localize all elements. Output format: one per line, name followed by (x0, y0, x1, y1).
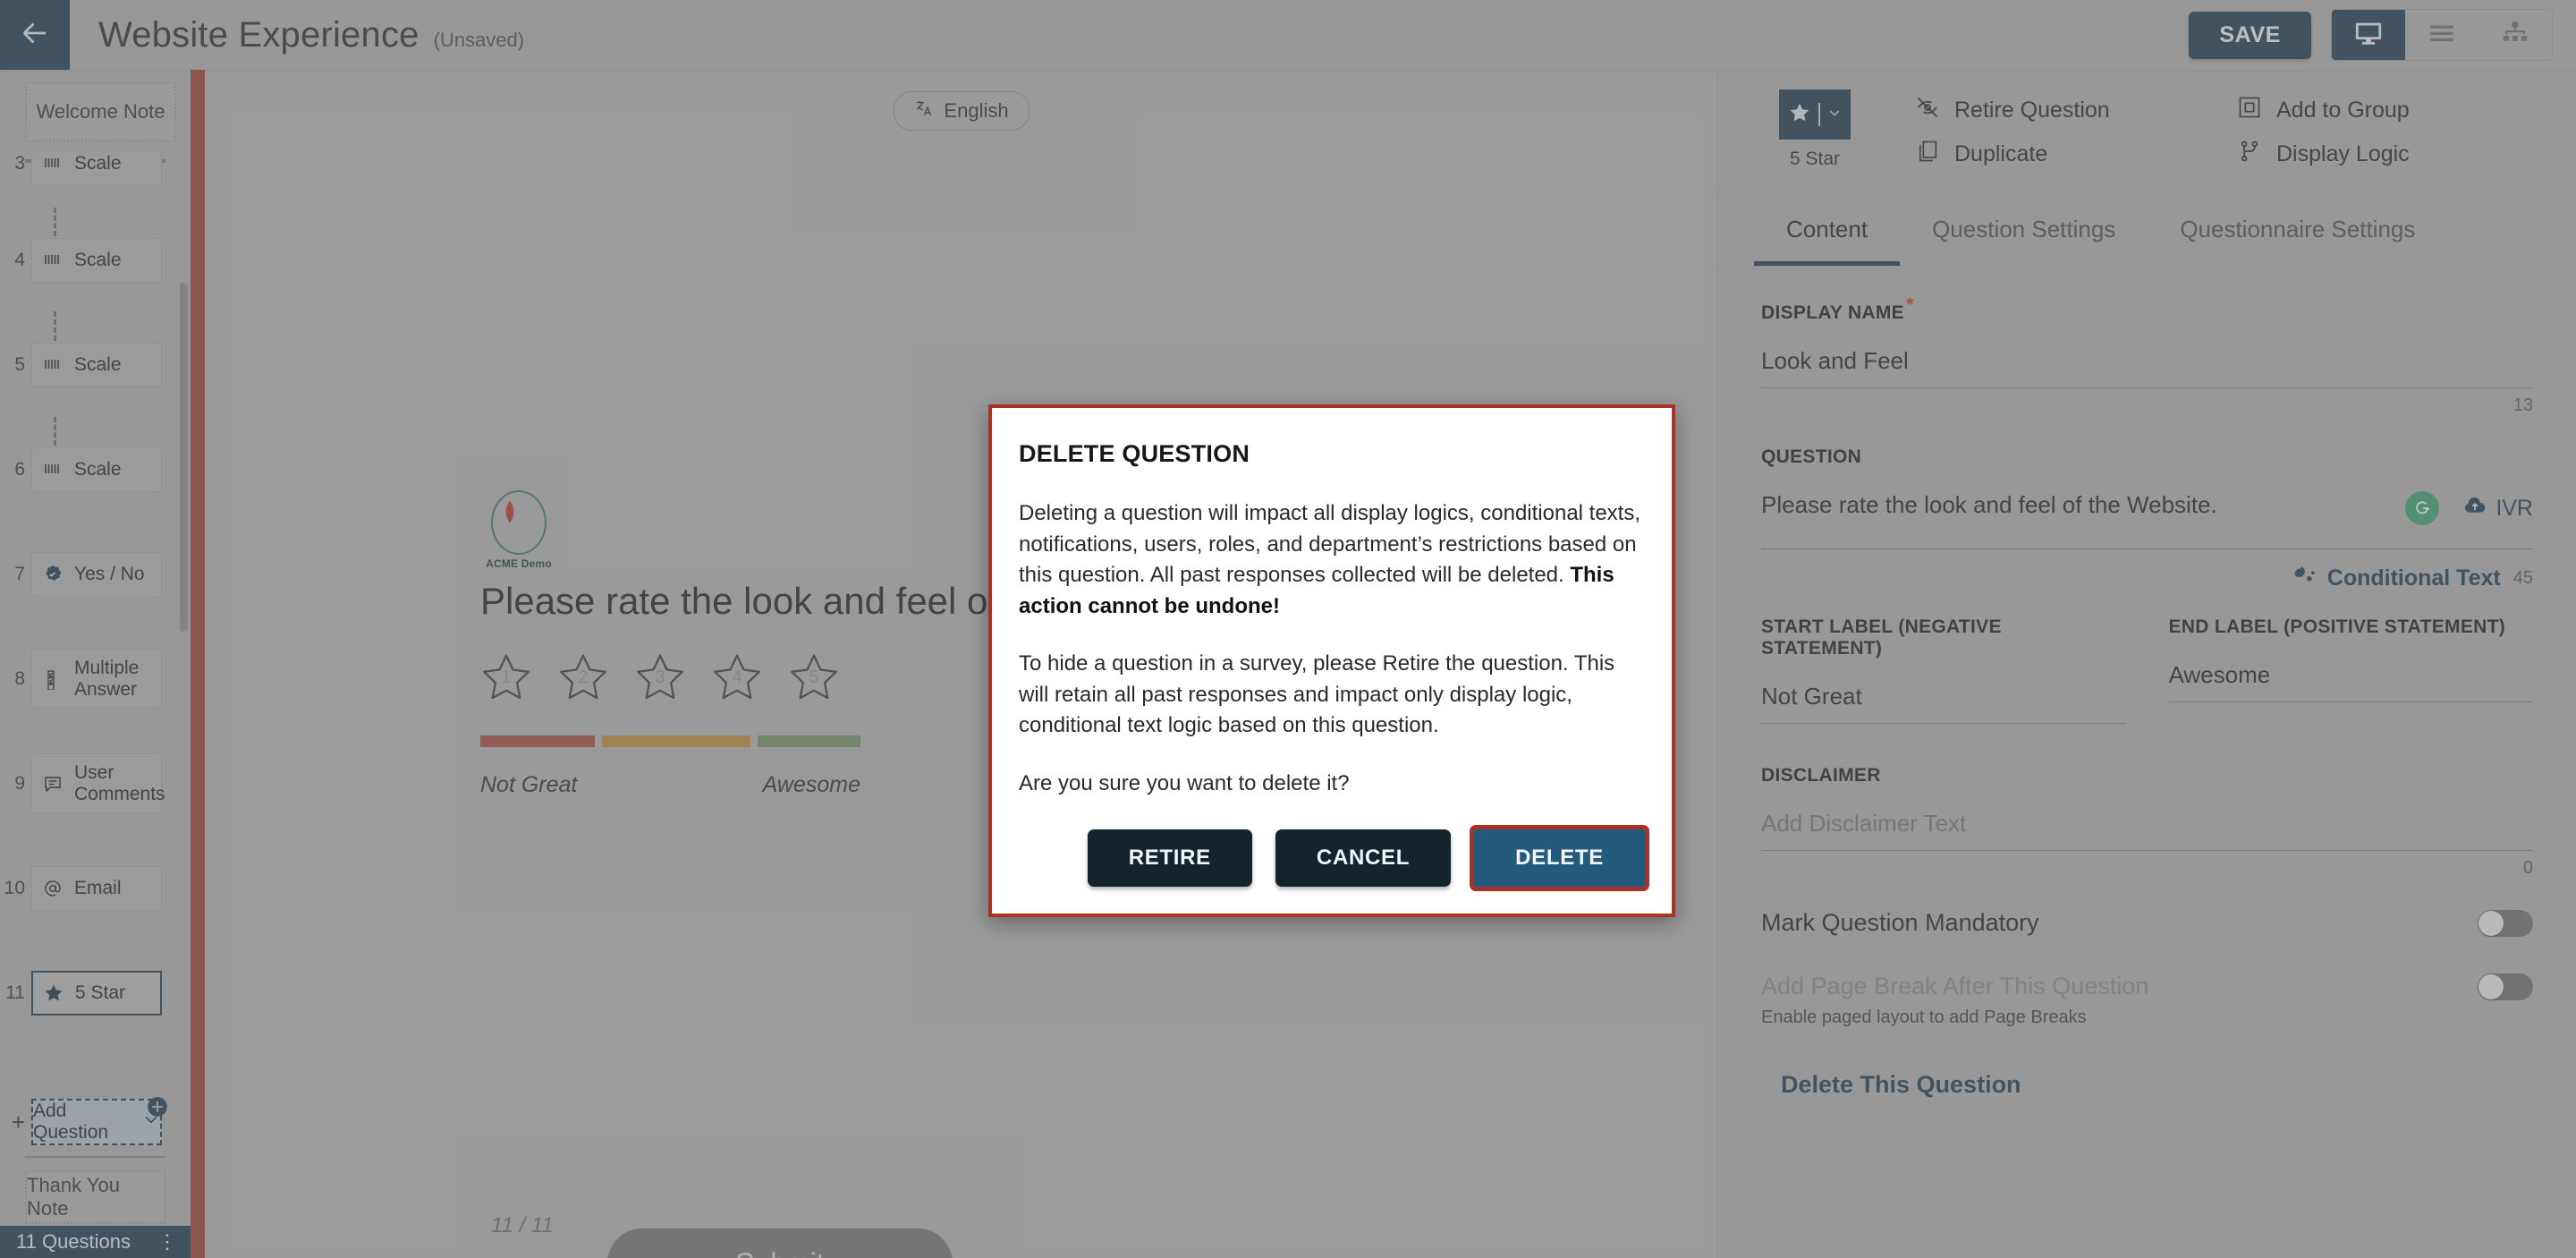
cancel-button[interactable]: CANCEL (1275, 829, 1452, 888)
dialog-paragraph-2: To hide a question in a survey, please R… (1019, 651, 1615, 738)
dialog-title: DELETE QUESTION (1019, 440, 1250, 467)
delete-button[interactable]: DELETE (1470, 825, 1649, 892)
dialog-button-row: RETIRE CANCEL DELETE (1019, 825, 1649, 892)
dialog-paragraph-3: Are you sure you want to delete it? (1019, 770, 1350, 795)
dialog-paragraph-1: Deleting a question will impact all disp… (1019, 498, 1645, 622)
dialog-p1-text: Deleting a question will impact all disp… (1019, 501, 1641, 588)
delete-question-dialog: DELETE QUESTION Deleting a question will… (988, 404, 1675, 918)
app-root: Website Experience (Unsaved) SAVE Welcom… (0, 0, 2576, 1258)
retire-button[interactable]: RETIRE (1087, 829, 1252, 888)
